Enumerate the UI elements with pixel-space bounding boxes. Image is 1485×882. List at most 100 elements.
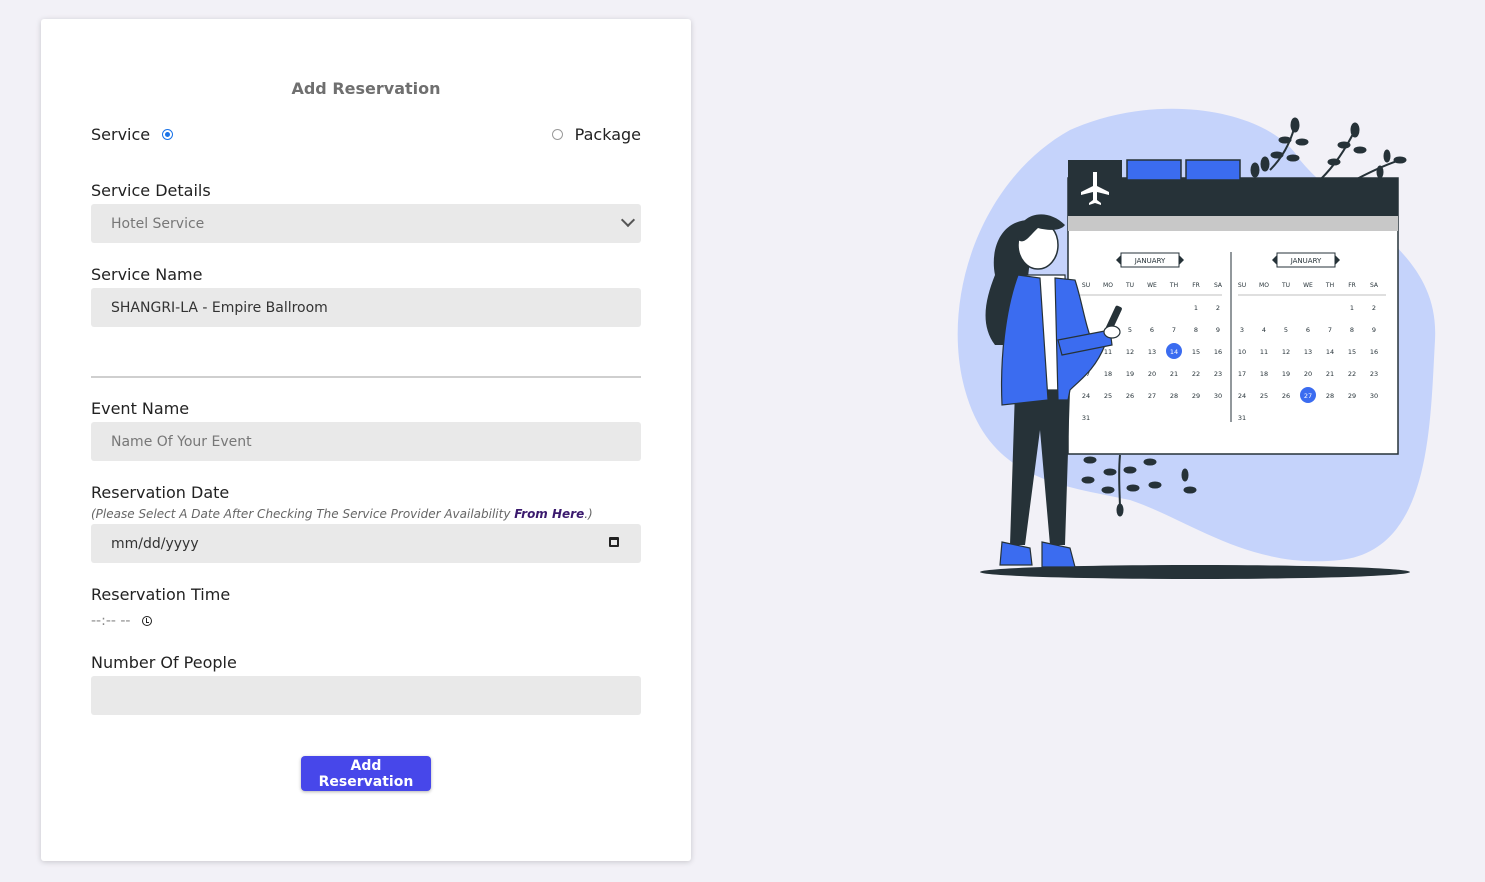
left-calendar-day: 23 [1214,370,1222,378]
right-calendar-day: 29 [1348,392,1356,400]
right-calendar-weekday: MO [1259,282,1269,289]
right-calendar-day: 4 [1262,326,1266,334]
right-calendar-day: 25 [1260,392,1268,400]
left-calendar-day: 8 [1194,326,1198,334]
right-calendar-day: 2 [1372,304,1376,312]
right-calendar-month-label: JANUARY [1290,257,1322,265]
service-name-input[interactable]: SHANGRI-LA - Empire Ballroom [91,288,641,327]
left-calendar-weekday: SA [1214,282,1223,289]
reservation-time-input[interactable]: --:-- -- [91,613,153,629]
calendar-illustration: JANUARYSUMOTUWETHFRSA1234567891011121314… [957,108,1436,579]
left-calendar-weekday: FR [1192,282,1200,289]
left-calendar-day: 5 [1128,326,1132,334]
calendar-icon[interactable] [609,537,619,547]
right-calendar-day: 26 [1282,392,1290,400]
right-calendar-day: 20 [1304,370,1312,378]
left-calendar-day: 1 [1194,304,1198,312]
clock-icon[interactable] [142,616,153,626]
left-calendar-day: 28 [1170,392,1178,400]
time-placeholder: --:-- -- [91,613,131,629]
right-calendar-day: 28 [1326,392,1334,400]
left-calendar-day: 7 [1172,326,1176,334]
right-calendar-day: 22 [1348,370,1356,378]
right-shoe [1041,541,1076,568]
calendar-tab-blue-1 [1126,159,1182,181]
chevron-down-icon [620,212,636,228]
service-details-value: Hotel Service [111,215,205,232]
right-calendar-day: 3 [1240,326,1244,334]
reservation-date-label: Reservation Date [91,483,230,502]
left-calendar-day: 14 [1170,348,1178,356]
left-calendar-day: 27 [1148,392,1156,400]
right-calendar-day: 9 [1372,326,1376,334]
number-of-people-input[interactable] [91,676,641,715]
service-details-label: Service Details [91,181,211,200]
hand [1103,325,1121,339]
left-calendar-day: 26 [1126,392,1134,400]
left-calendar-day: 22 [1192,370,1200,378]
right-calendar-day: 1 [1350,304,1354,312]
left-calendar-day: 24 [1082,392,1090,400]
calendar-stripe [1068,216,1398,231]
left-calendar-day: 31 [1082,414,1090,422]
right-calendar-day: 18 [1260,370,1268,378]
reservation-date-hint: (Please Select A Date After Checking The… [91,507,593,521]
left-calendar-day: 12 [1126,348,1134,356]
right-calendar-day: 6 [1306,326,1310,334]
service-name-value: SHANGRI-LA - Empire Ballroom [111,299,328,316]
section-divider [91,376,641,378]
left-calendar-day: 2 [1216,304,1220,312]
service-details-select[interactable]: Hotel Service [91,204,641,243]
add-reservation-button[interactable]: Add Reservation [301,756,431,791]
left-calendar-day: 9 [1216,326,1220,334]
right-calendar-day: 8 [1350,326,1354,334]
right-calendar-weekday: WE [1303,282,1313,289]
left-calendar-weekday: SU [1082,282,1090,289]
number-of-people-label: Number Of People [91,653,237,672]
right-calendar-weekday: TH [1325,282,1334,289]
left-calendar-day: 18 [1104,370,1112,378]
event-name-label: Event Name [91,399,190,418]
reservation-date-input[interactable]: mm/dd/yyyy [91,524,641,563]
right-calendar-day: 27 [1304,392,1312,400]
reservation-time-label: Reservation Time [91,585,231,604]
left-calendar-day: 29 [1192,392,1200,400]
right-calendar-weekday: TU [1281,282,1290,289]
right-calendar-day: 23 [1370,370,1378,378]
right-calendar-day: 21 [1326,370,1334,378]
right-calendar-day: 7 [1328,326,1332,334]
right-calendar-day: 13 [1304,348,1312,356]
calendar-tab-blue-2 [1185,159,1241,181]
left-calendar-day: 30 [1214,392,1222,400]
left-calendar-weekday: TH [1169,282,1178,289]
date-placeholder: mm/dd/yyyy [111,535,199,552]
right-calendar-day: 19 [1282,370,1290,378]
service-radio[interactable] [162,129,174,140]
right-calendar-weekday: SU [1238,282,1246,289]
left-calendar-day: 19 [1126,370,1134,378]
right-calendar-weekday: SA [1370,282,1379,289]
event-name-input[interactable]: Name Of Your Event [91,422,641,461]
left-calendar-day: 6 [1150,326,1154,334]
right-calendar-day: 12 [1282,348,1290,356]
left-calendar-day: 15 [1192,348,1200,356]
right-calendar-day: 24 [1238,392,1246,400]
package-radio-group[interactable]: Package [551,125,641,144]
right-calendar-day: 17 [1238,370,1246,378]
availability-link[interactable]: From Here [514,507,584,521]
reservation-form-card: Add Reservation Service Package Service … [41,19,691,861]
hint-prefix: (Please Select A Date After Checking The… [91,507,515,521]
left-shoe [999,541,1033,566]
right-calendar-day: 5 [1284,326,1288,334]
service-radio-group[interactable]: Service [91,125,174,144]
form-title: Add Reservation [291,79,441,98]
hint-suffix: .) [584,507,593,521]
right-calendar-day: 10 [1238,348,1246,356]
package-radio[interactable] [551,129,563,140]
left-calendar-day: 16 [1214,348,1222,356]
right-calendar-day: 11 [1260,348,1268,356]
right-calendar-day: 31 [1238,414,1246,422]
reservation-type-radio-row: Service Package [91,125,641,147]
right-calendar-day: 16 [1370,348,1378,356]
service-name-label: Service Name [91,265,203,284]
